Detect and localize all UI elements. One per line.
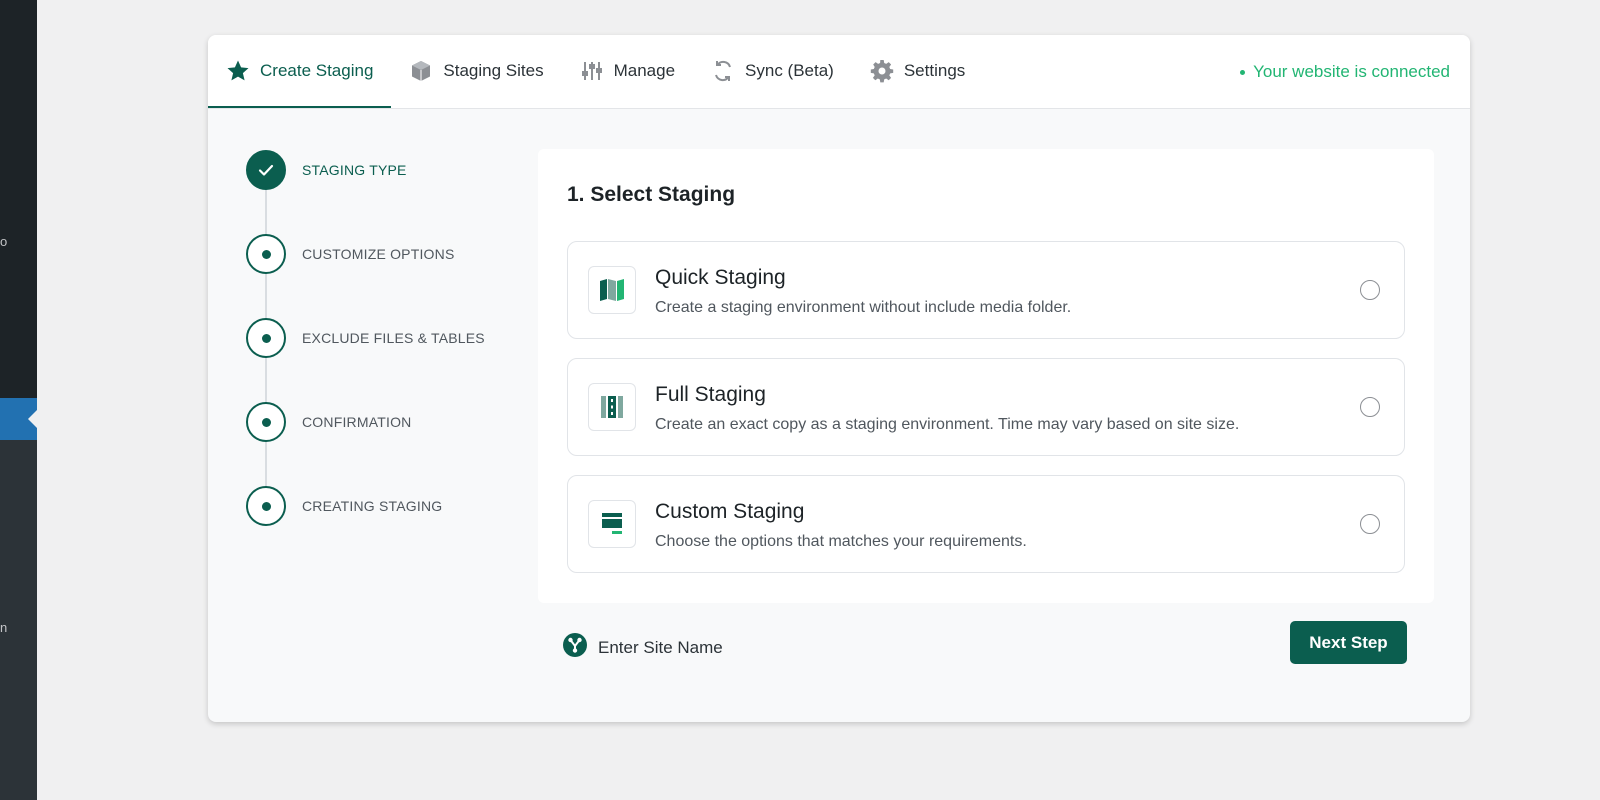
option-title: Quick Staging [655, 266, 786, 289]
tab-manage[interactable]: Manage [562, 35, 693, 108]
option-quick-staging[interactable]: Quick Staging Create a staging environme… [567, 241, 1405, 339]
connection-status-text: Your website is connected [1253, 62, 1450, 81]
option-radio[interactable] [1360, 397, 1380, 417]
tab-label: Sync (Beta) [745, 60, 834, 80]
tab-bar: Create Staging Staging Sites Manage Sync… [208, 35, 1470, 109]
tab-sync[interactable]: Sync (Beta) [693, 35, 852, 108]
check-icon [246, 150, 286, 190]
step-label: EXCLUDE FILES & TABLES [302, 330, 485, 346]
option-radio[interactable] [1360, 280, 1380, 300]
monitor-icon [588, 500, 636, 548]
tab-settings[interactable]: Settings [852, 35, 983, 108]
step-dot-icon [246, 486, 286, 526]
branch-icon [562, 632, 588, 663]
step-label: CREATING STAGING [302, 498, 443, 514]
next-step-button[interactable]: Next Step [1290, 621, 1407, 664]
option-title: Custom Staging [655, 500, 805, 523]
step-dot-icon [246, 318, 286, 358]
option-description: Create an exact copy as a staging enviro… [655, 416, 1240, 433]
cube-icon [409, 59, 433, 83]
connection-status: Your website is connected [1240, 35, 1450, 109]
tab-create-staging[interactable]: Create Staging [208, 35, 392, 108]
status-dot-icon [1240, 69, 1246, 75]
sidebar-active-item[interactable] [0, 398, 37, 440]
step-customize-options: CUSTOMIZE OPTIONS [246, 234, 455, 274]
gear-icon [870, 59, 894, 83]
tab-label: Manage [613, 60, 676, 80]
step-exclude-files: EXCLUDE FILES & TABLES [246, 318, 485, 358]
tab-label: Staging Sites [443, 60, 544, 80]
option-custom-staging[interactable]: Custom Staging Choose the options that m… [567, 475, 1405, 573]
step-label: STAGING TYPE [302, 162, 407, 178]
step-dot-icon [246, 234, 286, 274]
sync-icon [711, 59, 735, 83]
tab-label: Settings [903, 60, 966, 80]
option-full-staging[interactable]: Full Staging Create an exact copy as a s… [567, 358, 1405, 456]
step-confirmation: CONFIRMATION [246, 402, 411, 442]
option-radio[interactable] [1360, 514, 1380, 534]
map-icon [588, 266, 636, 314]
panel-title: 1. Select Staging [567, 183, 736, 206]
sidebar-text-fragment: n [0, 620, 8, 635]
enter-site-name-link[interactable]: Enter Site Name [562, 632, 723, 663]
step-staging-type: STAGING TYPE [246, 150, 407, 190]
step-label: CUSTOMIZE OPTIONS [302, 246, 455, 262]
sliders-icon [580, 59, 604, 83]
tab-staging-sites[interactable]: Staging Sites [391, 35, 561, 108]
step-dot-icon [246, 402, 286, 442]
sidebar-text-fragment: o [0, 234, 8, 249]
option-description: Choose the options that matches your req… [655, 533, 1027, 550]
select-staging-panel: 1. Select Staging Quick Staging Create a… [538, 149, 1434, 603]
site-name-label: Enter Site Name [598, 637, 723, 657]
wp-admin-sidebar: o n [0, 0, 37, 800]
star-icon [226, 59, 250, 83]
tab-label: Create Staging [260, 60, 374, 80]
staging-card: Create Staging Staging Sites Manage Sync… [208, 35, 1470, 722]
step-label: CONFIRMATION [302, 414, 412, 430]
film-icon [588, 383, 636, 431]
option-title: Full Staging [655, 383, 766, 406]
step-creating-staging: CREATING STAGING [246, 486, 442, 526]
option-description: Create a staging environment without inc… [655, 299, 1072, 316]
